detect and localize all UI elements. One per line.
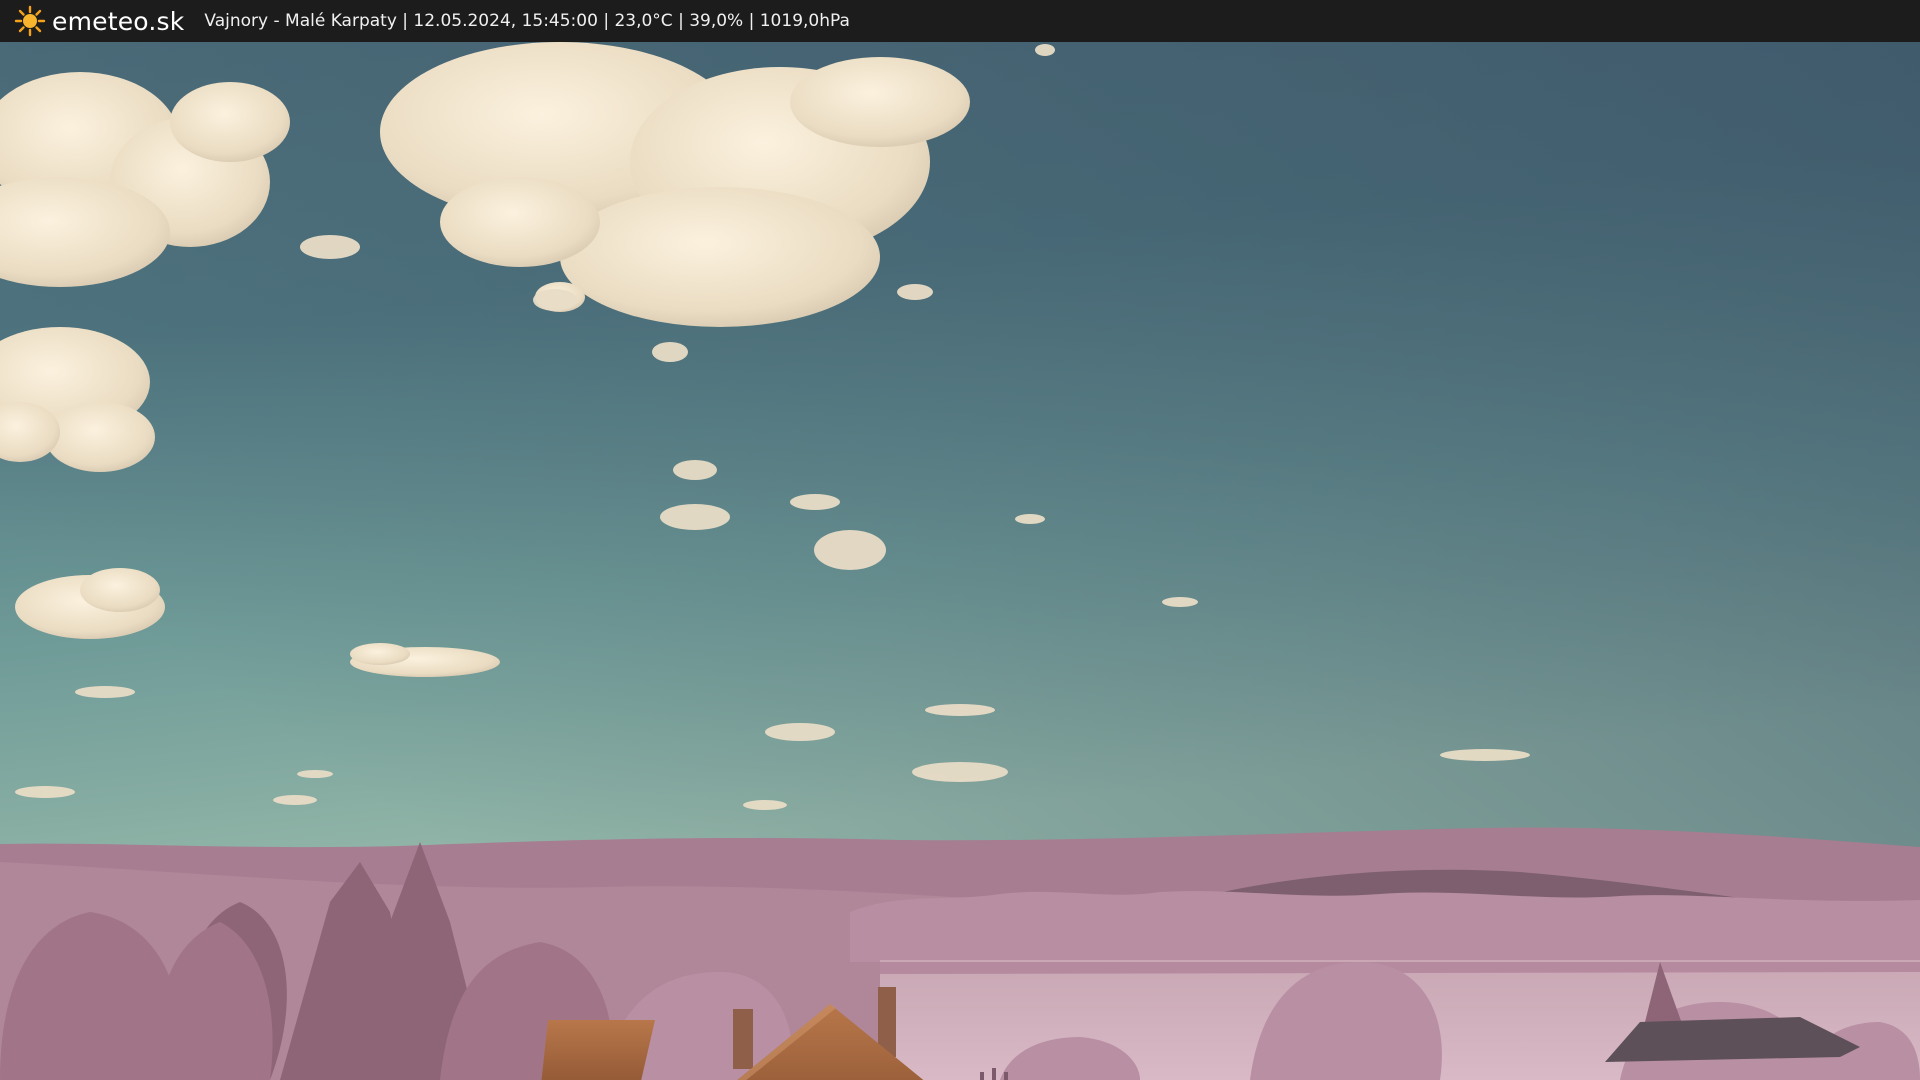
brand-name: emeteo.sk — [52, 6, 185, 36]
webcam-photo — [0, 42, 1920, 1080]
overlay-header-bar: emeteo.sk Vajnory - Malé Karpaty | 12.05… — [0, 0, 1920, 42]
brand-logo[interactable]: emeteo.sk — [14, 5, 184, 37]
webcam-caption: Vajnory - Malé Karpaty | 12.05.2024, 15:… — [204, 11, 850, 31]
webcam-frame: emeteo.sk Vajnory - Malé Karpaty | 12.05… — [0, 0, 1920, 1080]
sun-icon — [14, 5, 46, 37]
house-roof-left — [541, 1020, 655, 1080]
